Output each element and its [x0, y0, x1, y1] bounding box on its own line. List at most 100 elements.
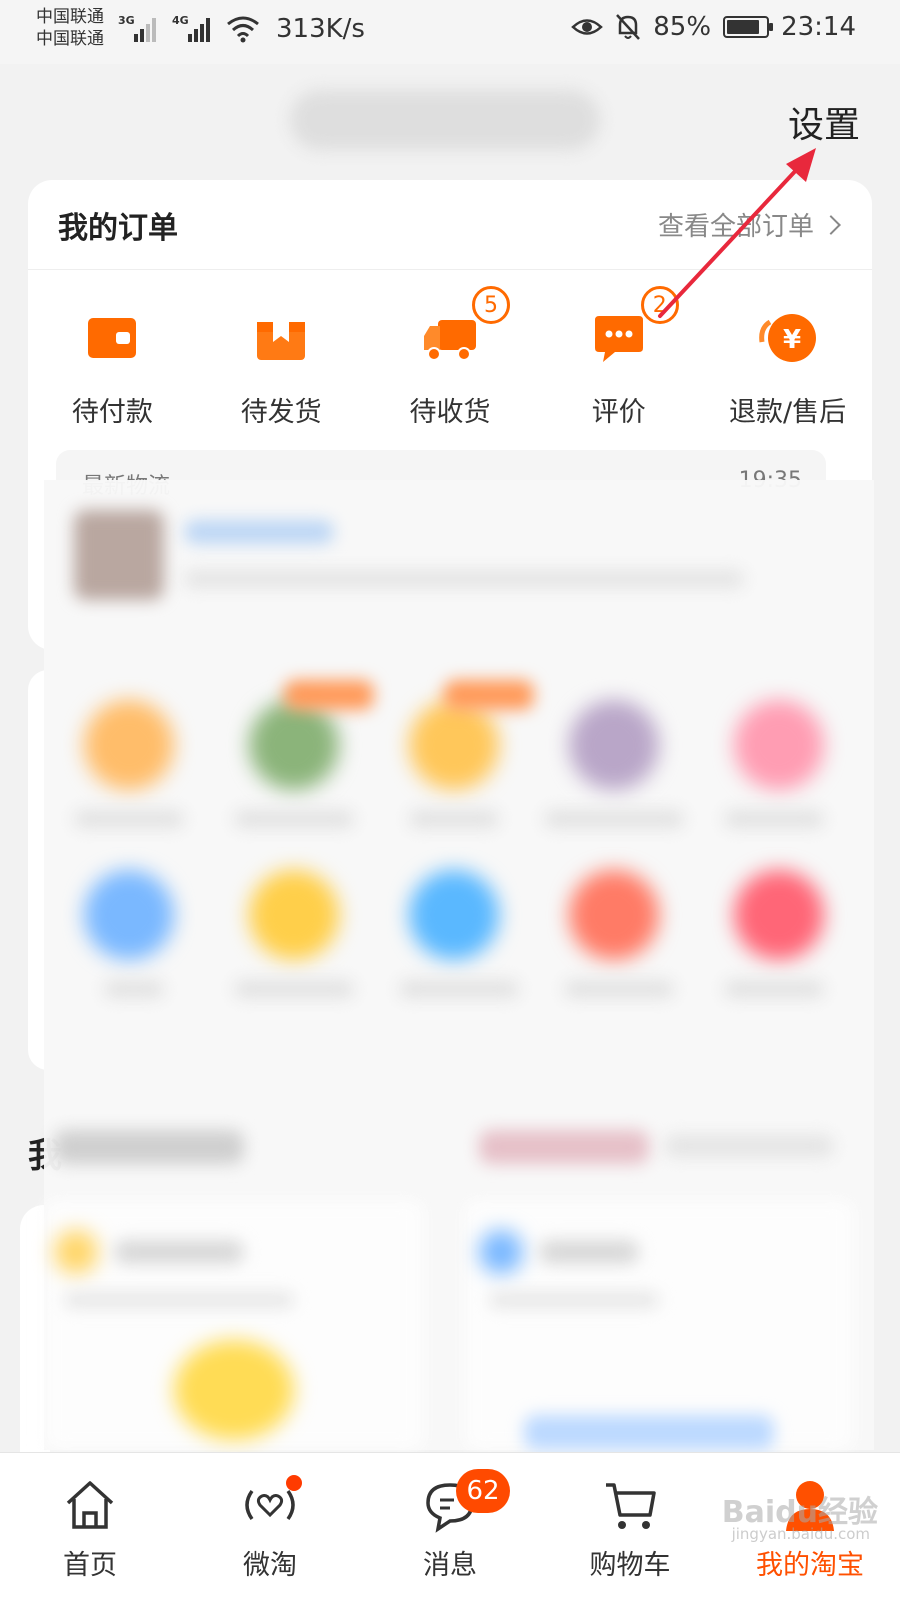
- username-blurred: [290, 90, 600, 150]
- comment-icon: [594, 316, 643, 362]
- network-type-1: 3G: [118, 14, 135, 27]
- blurred-avatars: [479, 1130, 649, 1164]
- wifi-icon: [227, 16, 259, 43]
- order-pending-payment[interactable]: 待付款: [32, 308, 192, 429]
- wallet-icon: [88, 318, 137, 358]
- mute-bell-icon: [616, 14, 641, 40]
- truck-icon-wrap: 5: [420, 286, 510, 368]
- refund-icon: ¥: [758, 314, 816, 362]
- signal-icon: [188, 16, 214, 42]
- order-refund[interactable]: ¥ 退款/售后: [708, 308, 868, 429]
- view-all-orders-label: 查看全部订单: [657, 212, 814, 242]
- tab-label: 购物车: [589, 1550, 671, 1581]
- blurred-tool-icon: [734, 870, 824, 960]
- blurred-text: [234, 810, 354, 828]
- blurred-text: [74, 810, 184, 828]
- comment-icon-wrap: 2: [589, 286, 679, 368]
- blurred-tool-icon: [84, 700, 174, 790]
- watermark-url: jingyan.baidu.com: [731, 1525, 870, 1543]
- blurred-tool-icon: [409, 700, 499, 790]
- orders-header: 我的订单 查看全部订单: [28, 180, 872, 270]
- blurred-text: [104, 980, 164, 998]
- blurred-tool-icon: [569, 870, 659, 960]
- blurred-text: [114, 1240, 244, 1264]
- blurred-text: [409, 810, 499, 828]
- blurred-product-image: [174, 1340, 294, 1440]
- bottom-tab-bar: 首页 微淘 62 消息 购物车 我的淘宝 Baidu经验 jingyan.bai…: [0, 1452, 900, 1600]
- battery-icon: [723, 16, 774, 38]
- order-label: 待发货: [240, 397, 322, 428]
- home-icon: [66, 1481, 114, 1529]
- cart-icon: [606, 1483, 656, 1529]
- order-label: 退款/售后: [729, 397, 847, 428]
- blurred-text: [544, 810, 684, 828]
- order-label: 待收货: [409, 397, 491, 428]
- message-icon-wrap: 62: [420, 1469, 510, 1535]
- package-icon: [257, 322, 306, 360]
- tab-home[interactable]: 首页: [0, 1453, 180, 1600]
- blurred-icon: [479, 1230, 523, 1274]
- tab-messages[interactable]: 62 消息: [360, 1453, 540, 1600]
- battery-fill: [727, 20, 760, 34]
- blurred-tool-icon: [249, 700, 339, 790]
- eye-icon: [571, 19, 604, 35]
- blurred-product-image: [524, 1415, 774, 1450]
- blurred-icon: [54, 1230, 98, 1274]
- tab-cart[interactable]: 购物车: [540, 1453, 720, 1600]
- carrier-names: 中国联通 中国联通: [36, 6, 104, 50]
- status-bar: 中国联通 中国联通 3G 4G 313K/s 85% 23:14: [0, 0, 900, 64]
- blurred-text: [234, 980, 354, 998]
- truck-icon: [423, 320, 476, 361]
- message-count-badge: 62: [456, 1469, 510, 1513]
- blurred-card: [464, 1200, 854, 1450]
- chevron-right-icon: [821, 214, 841, 235]
- svg-text:¥: ¥: [783, 325, 801, 355]
- order-pending-receipt[interactable]: 5 待收货: [370, 286, 530, 429]
- blurred-badge: [284, 680, 374, 710]
- notification-dot: [286, 1475, 302, 1491]
- order-pending-shipment[interactable]: 待发货: [201, 308, 361, 429]
- blurred-text: [184, 570, 744, 588]
- carrier-1: 中国联通: [36, 7, 104, 27]
- blurred-text: [724, 980, 824, 998]
- settings-button[interactable]: 设置: [788, 96, 860, 148]
- tab-label: 我的淘宝: [756, 1550, 864, 1581]
- blurred-text: [564, 980, 674, 998]
- blurred-tool-icon: [249, 870, 339, 960]
- battery-percent: 85%: [653, 12, 712, 42]
- tab-label: 首页: [63, 1550, 117, 1581]
- blurred-text: [724, 810, 824, 828]
- blurred-section-title: [54, 1130, 244, 1164]
- blurred-content: [44, 480, 874, 1450]
- view-all-orders-link[interactable]: 查看全部订单: [657, 206, 841, 243]
- blurred-text: [539, 1240, 639, 1264]
- clock: 23:14: [781, 12, 856, 42]
- blurred-tool-icon: [84, 870, 174, 960]
- blurred-text: [184, 520, 334, 544]
- network-speed: 313K/s: [276, 14, 365, 44]
- signal-icon: [134, 16, 160, 42]
- blurred-badge: [444, 680, 534, 710]
- blurred-text: [664, 1135, 834, 1157]
- blurred-tool-icon: [734, 700, 824, 790]
- order-label: 评价: [591, 397, 646, 428]
- order-review[interactable]: 2 评价: [539, 286, 699, 429]
- blurred-text: [399, 980, 519, 998]
- carrier-2: 中国联通: [36, 29, 104, 49]
- receipt-count-badge: 5: [471, 286, 510, 324]
- blurred-tool-icon: [409, 870, 499, 960]
- order-status-row: 待付款 待发货 5 待收货 2 评价 ¥ 退款/售后: [28, 270, 872, 429]
- blurred-thumbnail: [74, 510, 164, 600]
- review-count-badge: 2: [640, 286, 679, 324]
- network-type-2: 4G: [172, 14, 189, 27]
- order-label: 待付款: [71, 397, 153, 428]
- weitao-icon-wrap: [240, 1475, 302, 1535]
- tab-weitao[interactable]: 微淘: [180, 1453, 360, 1600]
- blurred-text: [489, 1292, 659, 1308]
- blurred-text: [64, 1292, 294, 1308]
- blurred-tool-icon: [569, 700, 659, 790]
- profile-header: 设置: [0, 64, 900, 174]
- orders-title: 我的订单: [58, 210, 178, 246]
- tab-label: 消息: [423, 1550, 477, 1581]
- tab-my-taobao[interactable]: 我的淘宝 Baidu经验 jingyan.baidu.com: [720, 1453, 900, 1600]
